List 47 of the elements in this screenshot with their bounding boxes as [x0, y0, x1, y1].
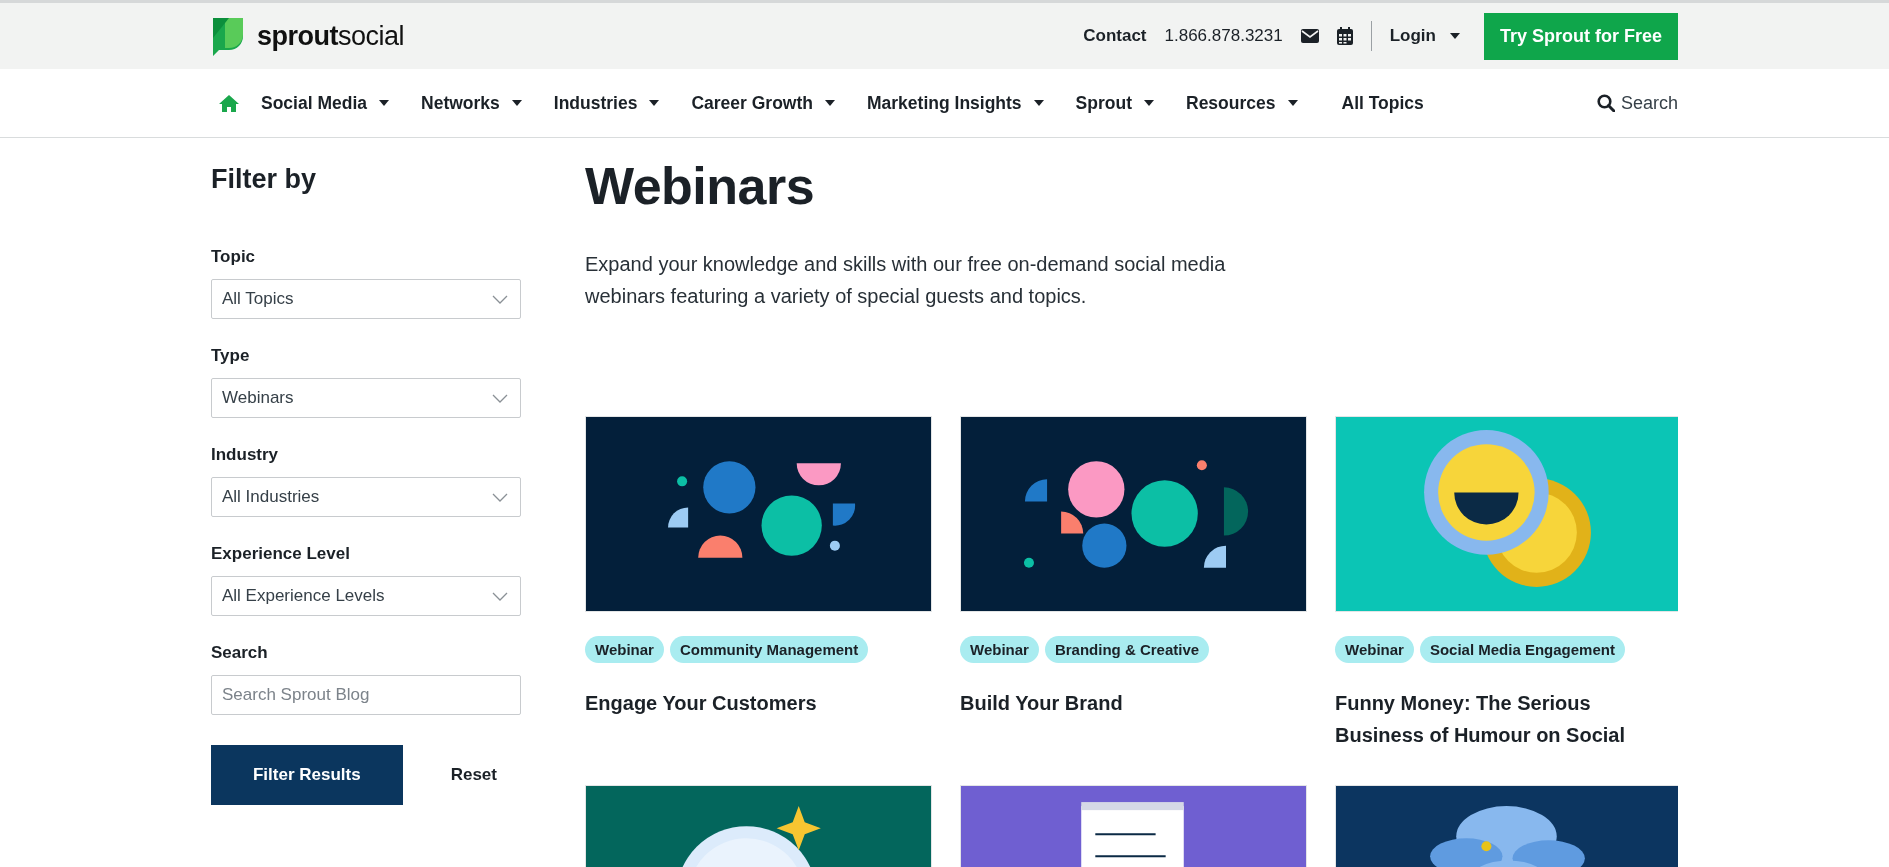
- tag-link[interactable]: Webinar: [1335, 636, 1414, 663]
- calendar-icon[interactable]: [1336, 27, 1353, 45]
- tag-link[interactable]: Social Media Engagement: [1419, 636, 1625, 663]
- tag-link[interactable]: Webinar: [960, 636, 1039, 663]
- tag-link[interactable]: Branding & Creative: [1044, 636, 1210, 663]
- nav-link[interactable]: Career Growth: [691, 92, 813, 114]
- filter-label: Type: [211, 346, 251, 366]
- dropdown-field[interactable]: All Topics: [211, 279, 521, 319]
- mail-icon[interactable]: [1300, 29, 1319, 43]
- page-title: Webinars: [585, 156, 816, 216]
- search-link[interactable]: Search: [1620, 92, 1678, 114]
- tag-link[interactable]: Webinar: [585, 636, 664, 663]
- phone-number[interactable]: 1.866.878.3231: [1164, 26, 1283, 46]
- filter-results-button[interactable]: Filter Results: [211, 745, 403, 805]
- chevron-icon: [492, 492, 508, 502]
- search-icon: [1596, 94, 1615, 112]
- dropdown-field[interactable]: All Experience Levels: [211, 576, 521, 616]
- nav-link[interactable]: Networks: [421, 92, 500, 114]
- login-link[interactable]: Login: [1389, 26, 1436, 46]
- card-title[interactable]: Funny Money: The Serious Business of Humour on Social: [1335, 687, 1678, 751]
- nav-link[interactable]: Marketing Insights: [867, 92, 1022, 114]
- intro-text: Expand your knowledge and skills with our free on-demand social media webinars featuring a variety of special guests and topics.: [585, 252, 1227, 309]
- search-field[interactable]: Search Sprout Blog: [211, 675, 521, 715]
- reset-link[interactable]: Reset: [426, 765, 521, 785]
- tag-link[interactable]: Community Management: [669, 636, 869, 663]
- nav-link[interactable]: Resources: [1186, 92, 1276, 114]
- home-icon[interactable]: [219, 94, 239, 112]
- logo-text[interactable]: sproutsocial: [257, 20, 405, 52]
- nav-link[interactable]: Industries: [553, 92, 638, 114]
- card-title[interactable]: Engage Your Customers: [585, 687, 930, 719]
- nav-link[interactable]: Sprout: [1075, 92, 1132, 114]
- caret-icon: [1449, 33, 1460, 39]
- filter-label: Experience Level: [211, 544, 351, 564]
- card-title[interactable]: Build Your Brand: [960, 687, 1305, 719]
- chevron-icon: [492, 294, 508, 304]
- dropdown-field[interactable]: Webinars: [211, 378, 521, 418]
- chevron-icon: [492, 393, 508, 403]
- nav-link[interactable]: Social Media: [261, 92, 367, 114]
- contact-link[interactable]: Contact: [1083, 26, 1147, 46]
- filter-label: Industry: [211, 445, 280, 465]
- dropdown-field[interactable]: All Industries: [211, 477, 521, 517]
- leaf-logo-icon: [211, 16, 245, 56]
- nav-link[interactable]: All Topics: [1341, 92, 1424, 114]
- chevron-icon: [492, 591, 508, 601]
- filter-heading: Filter by: [211, 164, 318, 195]
- filter-label: Topic: [211, 247, 257, 267]
- filter-label: Search: [211, 643, 269, 663]
